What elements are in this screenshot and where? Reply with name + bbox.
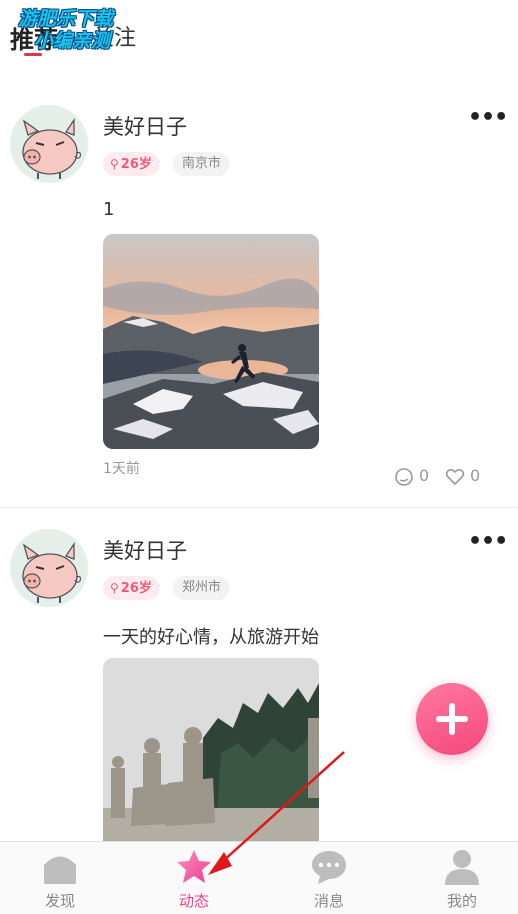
post-photo-mountain-runner[interactable]: [103, 234, 319, 449]
heart-icon: [445, 468, 465, 485]
comment-count: 0: [419, 466, 430, 485]
comment-button[interactable]: 0: [394, 465, 429, 487]
watermark-line-2: 小编亲测: [34, 30, 111, 52]
nav-item-discover[interactable]: 发现: [0, 842, 125, 914]
star-icon: [177, 850, 211, 883]
like-count: 0: [470, 466, 481, 485]
active-tab-indicator: [24, 53, 42, 56]
nav-label: 我的: [446, 892, 477, 910]
post-text: 一天的好心情，从旅游开始: [103, 627, 319, 648]
post-timestamp: 1天前: [103, 461, 140, 477]
age-badge: ⚲ 26岁: [103, 576, 160, 600]
avatar[interactable]: [10, 105, 88, 183]
nav-item-messages[interactable]: 消息: [264, 842, 394, 914]
post-photo-stone-statues[interactable]: [103, 658, 319, 841]
top-tab-bar: 推荐 关注 游肥乐下载 小编亲测: [0, 0, 518, 80]
chat-bubble-icon: [312, 851, 346, 884]
username[interactable]: 美好日子: [103, 111, 187, 141]
comment-icon: [395, 467, 413, 486]
city-badge: 郑州市: [173, 576, 231, 600]
city-badge: 南京市: [173, 152, 231, 176]
post-card[interactable]: 美好日子 ••• ⚲ 26岁 南京市 1 1天前 0 0: [0, 103, 518, 508]
age-text: 26岁: [120, 581, 152, 596]
nav-label: 发现: [44, 892, 75, 910]
username[interactable]: 美好日子: [103, 535, 187, 565]
nav-label: 动态: [178, 892, 209, 910]
more-options-icon[interactable]: •••: [468, 107, 508, 131]
like-button[interactable]: 0: [445, 465, 480, 487]
nav-item-me[interactable]: 我的: [397, 842, 518, 914]
location-pin-icon: ⚲: [110, 581, 119, 595]
nav-item-moments[interactable]: 动态: [129, 842, 259, 914]
age-text: 26岁: [120, 157, 152, 172]
avatar[interactable]: [10, 529, 88, 607]
watermark-line-1: 游肥乐下载: [18, 8, 114, 30]
home-icon: [44, 856, 76, 884]
more-options-icon[interactable]: •••: [468, 531, 508, 555]
create-post-button[interactable]: [416, 683, 488, 755]
location-pin-icon: ⚲: [110, 157, 119, 171]
age-badge: ⚲ 26岁: [103, 152, 160, 176]
person-icon: [445, 850, 479, 885]
watermark: 游肥乐下载 小编亲测: [18, 8, 158, 52]
post-text: 1: [103, 199, 115, 220]
nav-label: 消息: [313, 892, 344, 910]
bottom-nav: 发现 动态 消息 我的: [0, 841, 518, 914]
